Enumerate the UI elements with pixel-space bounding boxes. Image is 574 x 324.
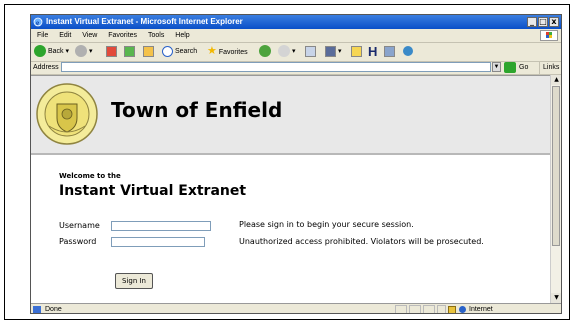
go-arrow-icon[interactable] bbox=[504, 62, 516, 73]
refresh-button[interactable] bbox=[124, 44, 135, 59]
print-button[interactable] bbox=[305, 44, 316, 59]
star-icon: ★ bbox=[207, 45, 217, 57]
window-title: Instant Virtual Extranet - Microsoft Int… bbox=[46, 17, 243, 26]
username-input[interactable] bbox=[111, 221, 211, 231]
scroll-thumb[interactable] bbox=[552, 86, 560, 246]
search-label: Search bbox=[174, 48, 198, 55]
signin-message: Please sign in to begin your secure sess… bbox=[239, 220, 414, 229]
welcome-text: Welcome to the bbox=[59, 172, 121, 180]
folder-icon bbox=[351, 45, 362, 57]
lock-icon bbox=[448, 306, 456, 313]
product-title: Instant Virtual Extranet bbox=[59, 183, 247, 199]
status-text: Done bbox=[45, 306, 62, 313]
menu-view[interactable]: View bbox=[82, 29, 97, 42]
town-title: Town of Enfield bbox=[111, 98, 283, 122]
favorites-button[interactable]: ★ Favorites bbox=[207, 44, 248, 59]
username-label: Username bbox=[59, 221, 100, 230]
menu-file[interactable]: File bbox=[37, 29, 48, 42]
browser-window: e Instant Virtual Extranet - Microsoft I… bbox=[30, 14, 562, 314]
header-banner: Town of Enfield bbox=[31, 76, 550, 155]
home-icon bbox=[143, 45, 154, 57]
mail-button[interactable]: ▾ bbox=[278, 44, 295, 59]
discuss-button[interactable] bbox=[351, 44, 362, 59]
messenger-icon bbox=[403, 46, 413, 57]
address-input[interactable] bbox=[61, 62, 491, 72]
home-button[interactable] bbox=[143, 44, 154, 59]
links-button[interactable]: Links bbox=[539, 61, 559, 74]
scroll-up-icon[interactable]: ▲ bbox=[551, 75, 561, 85]
print-icon bbox=[305, 45, 316, 57]
research-button[interactable] bbox=[384, 44, 395, 59]
menu-tools[interactable]: Tools bbox=[148, 29, 164, 42]
forward-button[interactable]: ▾ bbox=[75, 44, 92, 59]
ie-logo-icon: e bbox=[33, 17, 43, 27]
signin-button[interactable]: Sign In bbox=[115, 273, 153, 289]
refresh-icon bbox=[124, 45, 135, 57]
h-button[interactable]: H bbox=[368, 44, 377, 59]
status-bar: Done Internet bbox=[31, 303, 561, 313]
svg-text:e: e bbox=[36, 19, 39, 27]
history-icon bbox=[259, 45, 271, 58]
address-label: Address bbox=[33, 64, 59, 71]
windows-flag-icon bbox=[540, 30, 558, 41]
close-button[interactable]: x bbox=[549, 17, 559, 27]
search-button[interactable]: Search bbox=[162, 44, 197, 59]
town-seal-icon bbox=[36, 83, 98, 145]
research-icon bbox=[384, 45, 395, 57]
mail-icon bbox=[278, 45, 290, 58]
vertical-scrollbar[interactable]: ▲ ▼ bbox=[550, 75, 561, 303]
back-button[interactable]: Back ▾ bbox=[34, 44, 69, 59]
edit-icon bbox=[325, 45, 336, 57]
menu-help[interactable]: Help bbox=[175, 29, 189, 42]
page-icon bbox=[33, 306, 41, 313]
password-input[interactable] bbox=[111, 237, 205, 247]
globe-icon bbox=[459, 306, 466, 313]
stop-button[interactable] bbox=[106, 44, 117, 59]
status-cell bbox=[423, 305, 435, 313]
status-cell bbox=[409, 305, 421, 313]
messenger-button[interactable] bbox=[403, 44, 413, 59]
maximize-button[interactable]: □ bbox=[538, 17, 548, 27]
menu-favorites[interactable]: Favorites bbox=[108, 29, 137, 42]
search-icon bbox=[162, 45, 173, 57]
address-dropdown[interactable]: ▼ bbox=[492, 62, 501, 72]
back-label: Back bbox=[47, 48, 64, 55]
go-button[interactable]: Go bbox=[519, 61, 528, 74]
status-cell bbox=[395, 305, 407, 313]
h-icon: H bbox=[368, 44, 378, 59]
favorites-label: Favorites bbox=[218, 49, 248, 56]
history-button[interactable] bbox=[259, 44, 271, 59]
password-label: Password bbox=[59, 237, 97, 246]
title-bar: e Instant Virtual Extranet - Microsoft I… bbox=[31, 15, 561, 29]
warning-message: Unauthorized access prohibited. Violator… bbox=[239, 237, 484, 246]
menu-bar: File Edit View Favorites Tools Help bbox=[31, 29, 561, 43]
page-content: Town of Enfield Welcome to the Instant V… bbox=[31, 75, 550, 304]
address-bar: Address ▼ Go Links bbox=[31, 61, 561, 75]
zone-label: Internet bbox=[469, 306, 493, 313]
toolbar: Back ▾ ▾ Search ★ Favorites ▾ ▾ H bbox=[31, 42, 561, 62]
edit-button[interactable]: ▾ bbox=[325, 44, 341, 59]
status-cell bbox=[437, 305, 446, 313]
back-arrow-icon bbox=[34, 45, 46, 58]
forward-arrow-icon bbox=[75, 45, 87, 58]
stop-icon bbox=[106, 45, 117, 57]
minimize-button[interactable]: _ bbox=[527, 17, 537, 27]
scroll-down-icon[interactable]: ▼ bbox=[551, 293, 561, 303]
menu-edit[interactable]: Edit bbox=[59, 29, 71, 42]
